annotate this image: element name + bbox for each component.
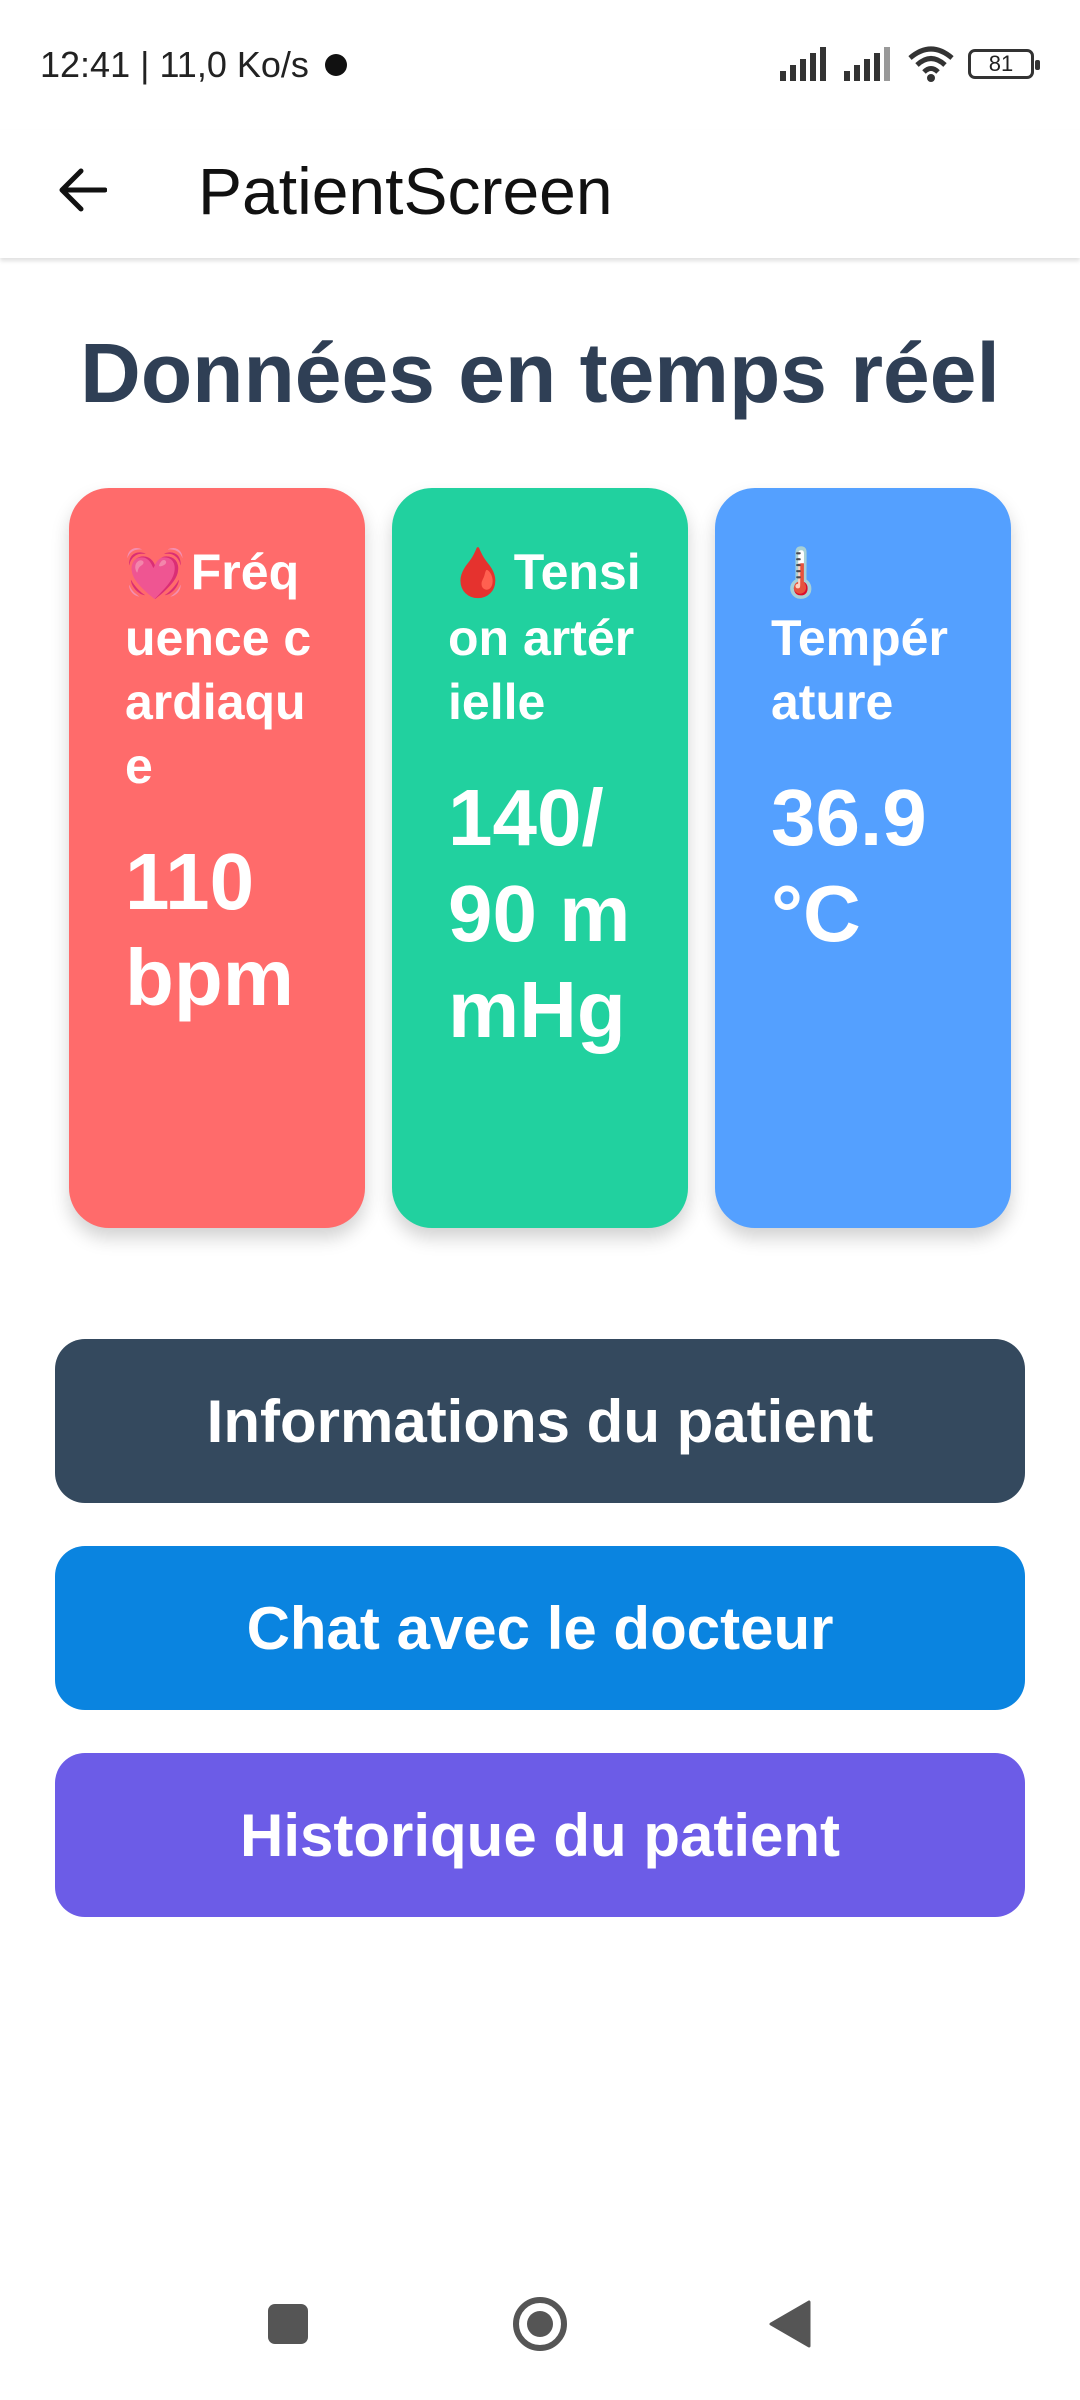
heart-rate-card: 💓 Fréquence cardiaque 110 bpm — [69, 488, 365, 1228]
temperature-label-text: Température — [771, 610, 948, 730]
back-arrow-icon — [59, 168, 107, 212]
status-time-speed: 12:41 | 11,0 Ko/s — [40, 44, 309, 85]
notification-icon — [324, 54, 347, 76]
blood-pressure-value: 140/90 mmHg — [448, 773, 631, 1054]
battery-icon: 81 — [968, 49, 1040, 79]
chat-doctor-button[interactable]: Chat avec le docteur — [55, 1546, 1025, 1710]
status-left: 12:41 | 11,0 Ko/s — [40, 44, 347, 86]
temperature-label: 🌡️ Température — [771, 540, 971, 734]
app-title: PatientScreen — [198, 154, 613, 228]
heart-rate-label: 💓 Fréquence cardiaque — [125, 540, 325, 798]
back-button[interactable] — [44, 152, 120, 228]
home-button[interactable] — [500, 2284, 580, 2364]
heart-rate-value: 110 bpm — [125, 837, 294, 1022]
signal-icon-2 — [844, 47, 890, 81]
triangle-back-icon — [769, 2300, 811, 2348]
patient-info-button[interactable]: Informations du patient — [55, 1339, 1025, 1503]
blood-pressure-label: 🩸 Tension artérielle — [448, 540, 648, 734]
patient-history-button[interactable]: Historique du patient — [55, 1753, 1025, 1917]
thermometer-icon: 🌡️ — [771, 547, 831, 600]
back-nav-button[interactable] — [750, 2284, 830, 2364]
status-bar: 12:41 | 11,0 Ko/s 81 — [0, 0, 1080, 130]
system-nav-bar — [0, 2260, 1080, 2400]
blood-drop-icon: 🩸 — [448, 547, 508, 600]
wifi-icon — [908, 46, 954, 82]
status-right: 81 — [780, 46, 1040, 82]
home-circle-icon — [513, 2297, 567, 2351]
temperature-card: 🌡️ Température 36.9 °C — [715, 488, 1011, 1228]
temperature-value: 36.9 °C — [771, 773, 927, 958]
blood-pressure-card: 🩸 Tension artérielle 140/90 mmHg — [392, 488, 688, 1228]
heart-icon: 💓 — [125, 547, 185, 600]
app-bar: PatientScreen — [0, 130, 1080, 258]
page-heading: Données en temps réel — [80, 326, 1000, 420]
square-icon — [268, 2304, 308, 2344]
recents-button[interactable] — [248, 2284, 328, 2364]
signal-icon — [780, 47, 826, 81]
